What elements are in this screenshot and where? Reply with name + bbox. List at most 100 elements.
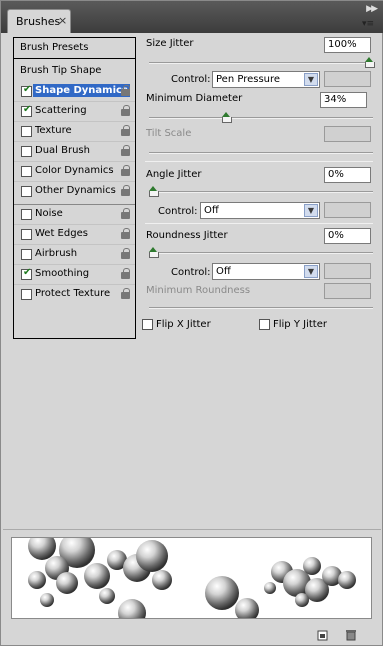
scattering-checkbox[interactable] [21, 104, 32, 117]
shape-dynamics-label: Shape Dynamics [33, 84, 130, 97]
tab-brushes-label: Brushes [16, 15, 61, 28]
tilt-scale-field [324, 126, 371, 142]
tilt-scale-slider [149, 152, 373, 154]
chevron-down-icon[interactable]: ▼ [304, 204, 318, 217]
panel-footer [1, 623, 382, 645]
tab-brushes[interactable]: Brushes × [7, 9, 71, 33]
noise-label: Noise [35, 208, 63, 219]
new-preset-icon[interactable] [317, 629, 329, 641]
smoothing-label: Smoothing [35, 268, 90, 279]
option-smoothing[interactable]: Smoothing [14, 264, 135, 283]
roundness-control-value: Off [216, 266, 231, 277]
size-control-field [324, 71, 371, 87]
angle-control-field [324, 202, 371, 218]
option-scattering[interactable]: Scattering [14, 101, 135, 120]
minimum-roundness-field [324, 283, 371, 299]
minimum-roundness-label: Minimum Roundness [146, 285, 251, 296]
slider-thumb[interactable] [149, 186, 159, 197]
roundness-control-field [324, 263, 371, 279]
divider [3, 529, 381, 530]
angle-jitter-input[interactable]: 0% [324, 167, 371, 183]
dual-brush-label: Dual Brush [35, 145, 90, 156]
flip-y-checkbox[interactable] [259, 319, 270, 330]
option-texture[interactable]: Texture [14, 121, 135, 140]
other-dynamics-checkbox[interactable] [21, 186, 32, 197]
close-icon[interactable]: × [58, 14, 67, 27]
tilt-scale-label: Tilt Scale [146, 128, 192, 139]
option-shape-dynamics[interactable]: Shape Dynamics [14, 82, 135, 101]
option-noise[interactable]: Noise [14, 204, 135, 223]
chevron-down-icon[interactable]: ▼ [304, 73, 318, 86]
slider-thumb[interactable] [222, 112, 232, 123]
lock-icon[interactable] [121, 125, 131, 137]
shape-dynamics-checkbox[interactable] [21, 84, 32, 97]
option-wet-edges[interactable]: Wet Edges [14, 224, 135, 243]
minimum-diameter-label: Minimum Diameter [146, 93, 243, 104]
roundness-jitter-slider[interactable] [149, 247, 373, 258]
size-control-select[interactable]: Pen Pressure ▼ [212, 71, 320, 88]
brushes-panel: Brushes × ▶▶ ▾≡ Brush Presets Brush Tip … [0, 0, 383, 646]
angle-control-label: Control: [158, 206, 198, 217]
airbrush-checkbox[interactable] [21, 249, 32, 260]
minimum-roundness-slider [149, 307, 373, 309]
color-dynamics-label: Color Dynamics [35, 165, 114, 176]
angle-control-select[interactable]: Off ▼ [200, 202, 320, 219]
lock-icon[interactable] [121, 228, 131, 240]
brush-presets-item[interactable]: Brush Presets [14, 38, 135, 59]
brush-presets-label: Brush Presets [20, 42, 89, 53]
brush-tip-shape-item[interactable]: Brush Tip Shape [14, 62, 135, 80]
option-other-dynamics[interactable]: Other Dynamics [14, 181, 135, 200]
dual-brush-checkbox[interactable] [21, 146, 32, 157]
texture-label: Texture [35, 125, 72, 136]
minimum-diameter-slider[interactable] [149, 112, 373, 123]
roundness-jitter-input[interactable]: 0% [324, 228, 371, 244]
lock-icon[interactable] [121, 145, 131, 157]
bubble-stroke-preview-image [28, 538, 356, 618]
lock-icon[interactable] [121, 185, 131, 197]
lock-icon[interactable] [121, 105, 131, 117]
brush-stroke-preview [11, 537, 372, 619]
lock-icon[interactable] [121, 248, 131, 260]
panel-menu-icon[interactable]: ▾≡ [362, 19, 378, 29]
texture-checkbox[interactable] [21, 126, 32, 137]
color-dynamics-checkbox[interactable] [21, 166, 32, 177]
roundness-jitter-label: Roundness Jitter [146, 230, 228, 241]
lock-icon[interactable] [121, 165, 131, 177]
size-jitter-input[interactable]: 100% [324, 37, 371, 53]
minimum-diameter-input[interactable]: 34% [320, 92, 367, 108]
lock-icon[interactable] [121, 85, 131, 97]
noise-checkbox[interactable] [21, 209, 32, 220]
lock-icon[interactable] [121, 288, 131, 300]
roundness-control-label: Control: [171, 267, 211, 278]
option-airbrush[interactable]: Airbrush [14, 244, 135, 263]
smoothing-checkbox[interactable] [21, 267, 32, 280]
brush-settings-list: Brush Presets Brush Tip Shape Shape Dyna… [13, 37, 136, 339]
trash-icon[interactable] [345, 629, 357, 641]
size-jitter-label: Size Jitter [146, 38, 194, 49]
flip-x-checkbox[interactable] [142, 319, 153, 330]
divider [145, 161, 373, 162]
option-protect-texture[interactable]: Protect Texture [14, 284, 135, 303]
size-control-label: Control: [171, 74, 211, 85]
lock-icon[interactable] [121, 268, 131, 280]
slider-thumb[interactable] [365, 57, 375, 68]
divider [145, 223, 373, 224]
protect-texture-label: Protect Texture [35, 288, 111, 299]
angle-jitter-label: Angle Jitter [146, 169, 202, 180]
option-color-dynamics[interactable]: Color Dynamics [14, 161, 135, 180]
collapse-icon[interactable]: ▶▶ [366, 4, 378, 14]
size-control-value: Pen Pressure [216, 74, 281, 85]
option-dual-brush[interactable]: Dual Brush [14, 141, 135, 160]
roundness-control-select[interactable]: Off ▼ [212, 263, 320, 280]
flip-x-label: Flip X Jitter [156, 319, 211, 330]
size-jitter-slider[interactable] [149, 57, 375, 68]
angle-jitter-slider[interactable] [149, 186, 373, 197]
brush-tip-shape-label: Brush Tip Shape [20, 65, 102, 76]
angle-control-value: Off [204, 205, 219, 216]
lock-icon[interactable] [121, 208, 131, 220]
flip-y-label: Flip Y Jitter [273, 319, 327, 330]
wet-edges-checkbox[interactable] [21, 229, 32, 240]
protect-texture-checkbox[interactable] [21, 289, 32, 300]
chevron-down-icon[interactable]: ▼ [304, 265, 318, 278]
slider-thumb[interactable] [149, 247, 159, 258]
